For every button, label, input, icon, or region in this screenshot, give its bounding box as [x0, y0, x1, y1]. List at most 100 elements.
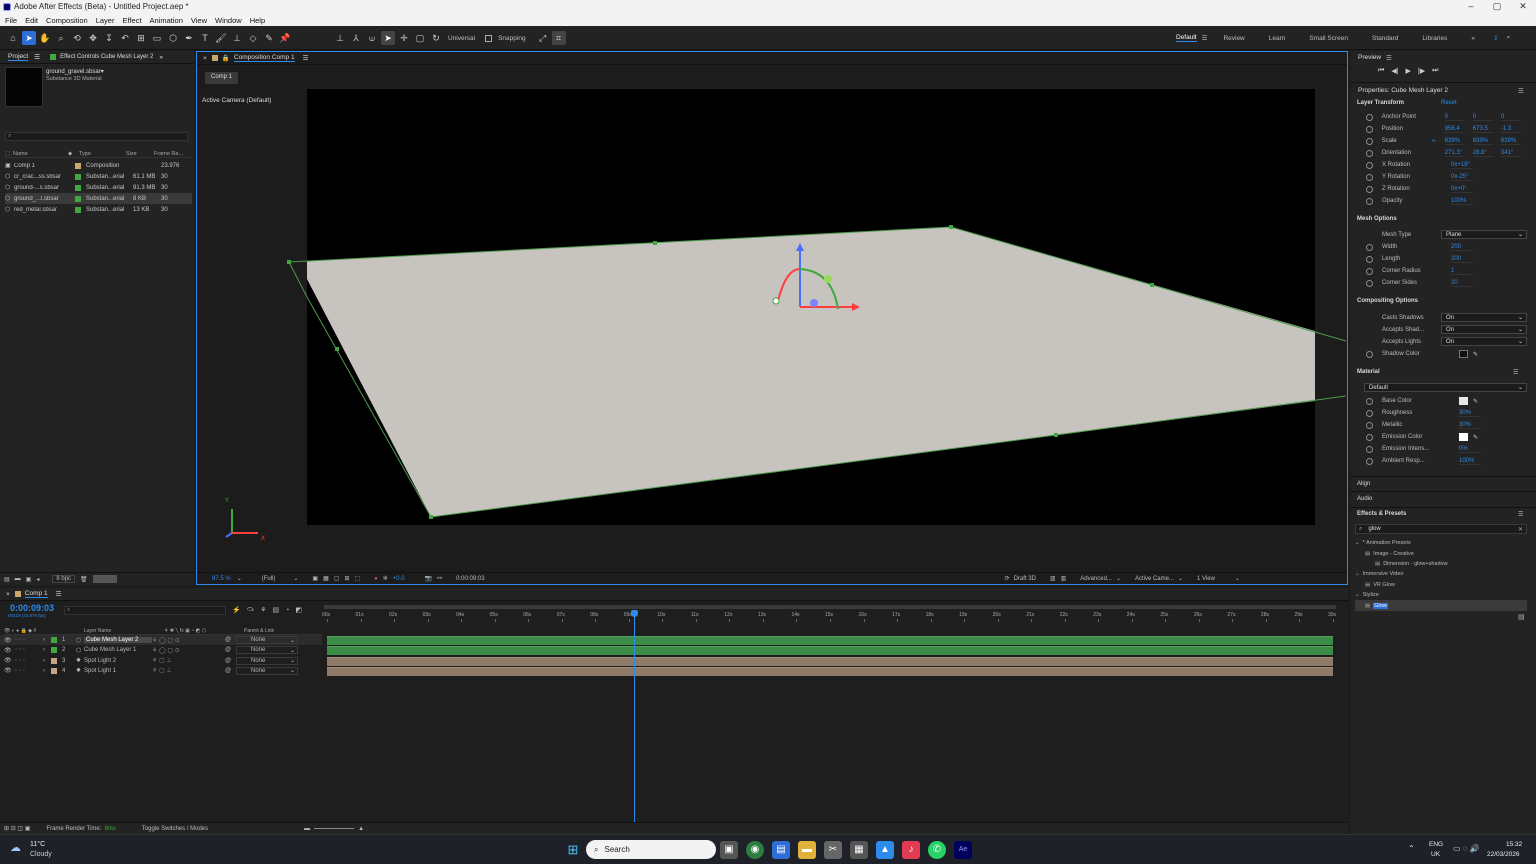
menu-help[interactable]: Help	[250, 16, 265, 25]
property-value[interactable]: 0%	[1459, 446, 1481, 453]
property-value[interactable]: 30%	[1459, 410, 1481, 417]
menu-window[interactable]: Window	[215, 16, 242, 25]
camera-view-select[interactable]: Active Came...	[1135, 576, 1174, 582]
bit-depth-button[interactable]: 8 bpc	[52, 575, 76, 583]
plane-handle[interactable]	[335, 347, 339, 351]
camera-dropdown-icon[interactable]: ⌄	[1178, 575, 1183, 582]
project-menu-icon[interactable]: ☰	[34, 53, 40, 61]
property-value[interactable]: 30%	[1459, 422, 1481, 429]
taskbar-search[interactable]: ⌕ Search	[586, 840, 716, 859]
timeline-timecode[interactable]: 0:00:09:03	[10, 603, 54, 613]
roto-brush-icon[interactable]: ✎	[262, 31, 276, 45]
pan-camera-icon[interactable]: ✥	[86, 31, 100, 45]
property-value[interactable]: 341°	[1500, 150, 1521, 157]
menu-layer[interactable]: Layer	[96, 16, 115, 25]
zoom-tool-icon[interactable]: ⌕	[54, 31, 68, 45]
resolution-select[interactable]: (Full)	[262, 576, 276, 582]
stopwatch-icon[interactable]	[1366, 445, 1373, 453]
playhead[interactable]	[633, 610, 635, 822]
stopwatch-icon[interactable]	[1366, 397, 1373, 405]
tray-overflow-icon[interactable]: ⌃	[1408, 844, 1415, 853]
parent-select[interactable]: @ None ⌄	[225, 666, 298, 675]
rotation-tool-icon[interactable]: ↶	[118, 31, 132, 45]
expand-layer-icon[interactable]: ›	[43, 637, 51, 643]
property-value[interactable]: 0x+0°	[1451, 186, 1473, 193]
new-comp-icon[interactable]: ▣	[26, 576, 32, 583]
notepad-icon[interactable]: ▤	[772, 840, 790, 859]
motion-blur-icon[interactable]: ◔	[285, 607, 289, 614]
work-area-bar[interactable]	[324, 605, 1336, 609]
menu-effect[interactable]: Effect	[122, 16, 141, 25]
delete-icon[interactable]: 🗑	[80, 576, 88, 583]
plane-handle[interactable]	[287, 260, 291, 264]
pick-whip-icon[interactable]: @	[225, 668, 231, 674]
after-effects-taskbar-icon[interactable]: Ae	[954, 840, 972, 859]
time-ruler[interactable]: 00s 01s 02s 03s 04s 05s 06s 07s 08s 09s 10s 11s 12s 1…	[322, 612, 1336, 622]
view-dropdown-icon[interactable]: ⌄	[1235, 575, 1240, 582]
adobe-dynamic-link-icon[interactable]: ◂	[36, 576, 39, 583]
frame-blending-icon[interactable]: ▤	[272, 606, 279, 614]
axis-world-icon[interactable]: ⅄	[349, 31, 363, 45]
toggle-switches-modes[interactable]: Toggle Switches / Modes	[142, 826, 208, 832]
property-value[interactable]: 839%	[1500, 138, 1521, 145]
parent-select[interactable]: @ None ⌄	[225, 656, 298, 665]
item-label-color[interactable]	[75, 173, 81, 180]
item-label-color[interactable]	[75, 162, 81, 169]
stopwatch-icon[interactable]	[1366, 137, 1373, 145]
layer-label-color[interactable]	[51, 657, 57, 664]
advanced-3d-select[interactable]: Advanced...	[1080, 576, 1112, 582]
search-help-icon[interactable]: ⌕	[1506, 34, 1510, 42]
resolution-dropdown-icon[interactable]: ⌄	[293, 575, 298, 582]
menu-view[interactable]: View	[191, 16, 207, 25]
tab-project[interactable]: Project	[8, 53, 29, 61]
draft-3d-icon[interactable]: ⤼	[247, 606, 254, 614]
view-layout-select[interactable]: 1 View	[1197, 576, 1215, 582]
layer-name[interactable]: Cube Mesh Layer 1	[84, 647, 152, 653]
extended-viewer-icon[interactable]: ▥	[1050, 575, 1056, 582]
menu-composition[interactable]: Composition	[46, 16, 88, 25]
move-gizmo-icon[interactable]: ✛	[397, 31, 411, 45]
property-value[interactable]: 28.8°	[1472, 150, 1493, 157]
layer-label-color[interactable]	[51, 637, 57, 643]
property-value[interactable]: 956.4	[1444, 126, 1465, 133]
effects-presets-title[interactable]: Effects & Presets	[1357, 511, 1406, 517]
effects-tree-item[interactable]: ⌄ * Animation Presets	[1355, 538, 1527, 548]
file-explorer-icon[interactable]: ▬	[798, 840, 816, 859]
pick-whip-icon[interactable]: @	[225, 637, 231, 643]
audio-solo-lock-icons[interactable]: ▫ ▫ ▫	[15, 658, 43, 664]
snapshot-icon[interactable]: 📷	[425, 575, 432, 582]
expand-layer-icon[interactable]: ›	[43, 658, 51, 664]
menu-animation[interactable]: Animation	[150, 16, 183, 25]
shy-icon[interactable]: ⚘	[260, 606, 266, 614]
layer-duration-bar[interactable]	[327, 636, 1333, 645]
stopwatch-icon[interactable]	[1366, 149, 1373, 157]
composition-flowchart-icon[interactable]: ⚡	[232, 606, 241, 614]
region-of-interest-icon[interactable]: ▣	[312, 575, 318, 582]
previous-frame-icon[interactable]: ◀|	[1391, 67, 1398, 75]
last-frame-icon[interactable]: ⏭	[1432, 67, 1438, 75]
maximize-button[interactable]: ▢	[1484, 0, 1510, 14]
zoom-out-icon[interactable]: ▬	[304, 826, 310, 832]
stopwatch-icon[interactable]	[1366, 457, 1373, 465]
effects-tree-item[interactable]: ▤ Glow	[1355, 600, 1527, 611]
share-icon[interactable]: ⇪	[1493, 34, 1498, 42]
guides-icon[interactable]: ⊞	[344, 575, 349, 582]
weather-cloud-icon[interactable]: ☁	[10, 841, 21, 854]
property-value[interactable]: 839%	[1444, 138, 1465, 145]
properties-menu-icon[interactable]: ☰	[1518, 87, 1524, 95]
channel-icon[interactable]: ⬚	[354, 575, 360, 582]
snap-options-icon[interactable]: ⤢	[536, 31, 550, 45]
color-swatch[interactable]	[1459, 397, 1468, 405]
layer-label-color[interactable]	[51, 647, 57, 654]
workspace-review[interactable]: Review	[1223, 35, 1244, 42]
hand-tool-icon[interactable]: ✋	[38, 31, 52, 45]
exposure-value[interactable]: +0.0	[393, 576, 405, 582]
zoom-dropdown-icon[interactable]: ⌄	[237, 575, 242, 582]
compositing-select[interactable]: On ⌄	[1441, 325, 1527, 334]
minimize-button[interactable]: –	[1458, 0, 1484, 14]
property-value[interactable]: 0	[1472, 114, 1493, 121]
project-item[interactable]: ⬡ red_metal.sbsar Substan...erial 13 KB 30	[5, 204, 192, 215]
compositing-options-heading[interactable]: Compositing Options	[1357, 298, 1418, 304]
tab-preview[interactable]: Preview	[1358, 54, 1381, 61]
align-panel-tab[interactable]: Align	[1357, 481, 1370, 487]
